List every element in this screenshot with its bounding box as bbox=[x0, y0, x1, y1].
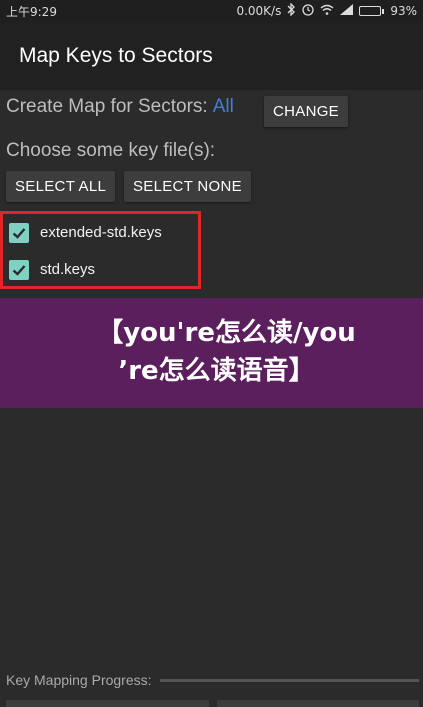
checkbox-checked-icon[interactable] bbox=[9, 222, 29, 243]
bottom-button-left[interactable] bbox=[6, 700, 209, 707]
checkbox-checked-icon[interactable] bbox=[9, 259, 29, 280]
bottom-button-right[interactable] bbox=[216, 700, 419, 707]
clock-icon bbox=[302, 3, 314, 19]
page-title: Map Keys to Sectors bbox=[19, 44, 213, 67]
wifi-icon bbox=[320, 4, 334, 18]
banner-line-2: ’re怎么读语音】 bbox=[118, 356, 315, 386]
sectors-value: All bbox=[212, 96, 234, 117]
status-bar: 上午9:29 0.00K/s 93% bbox=[0, 0, 423, 22]
select-all-button[interactable]: SELECT ALL bbox=[6, 171, 116, 202]
progress-row: Key Mapping Progress: bbox=[6, 672, 419, 688]
banner-line-1: 【you're怎么读/you bbox=[97, 318, 356, 348]
key-file-item[interactable]: std.keys bbox=[3, 251, 198, 288]
key-file-label: std.keys bbox=[40, 261, 96, 278]
key-file-list: extended-std.keys std.keys bbox=[0, 211, 201, 289]
key-file-label: extended-std.keys bbox=[40, 224, 162, 241]
key-files-label: Choose some key file(s): bbox=[6, 140, 216, 161]
network-speed: 0.00K/s bbox=[236, 4, 282, 18]
key-file-item[interactable]: extended-std.keys bbox=[3, 214, 198, 251]
select-none-button[interactable]: SELECT NONE bbox=[124, 171, 251, 202]
progress-label: Key Mapping Progress: bbox=[6, 672, 152, 688]
app-bar: Map Keys to Sectors bbox=[0, 22, 423, 90]
progress-bar bbox=[159, 678, 419, 682]
overlay-banner: 【you're怎么读/you ’re怎么读语音】 bbox=[0, 298, 423, 408]
status-time: 上午9:29 bbox=[6, 4, 57, 19]
bluetooth-icon bbox=[287, 2, 296, 19]
sector-row: Create Map for Sectors: All bbox=[6, 96, 234, 118]
battery-icon bbox=[359, 6, 385, 16]
bottom-buttons bbox=[6, 700, 419, 707]
sectors-label: Create Map for Sectors: bbox=[6, 96, 208, 117]
status-icons: 0.00K/s 93% bbox=[236, 2, 417, 19]
signal-icon bbox=[340, 4, 354, 18]
battery-percent: 93% bbox=[390, 4, 417, 18]
change-button[interactable]: CHANGE bbox=[264, 96, 348, 127]
